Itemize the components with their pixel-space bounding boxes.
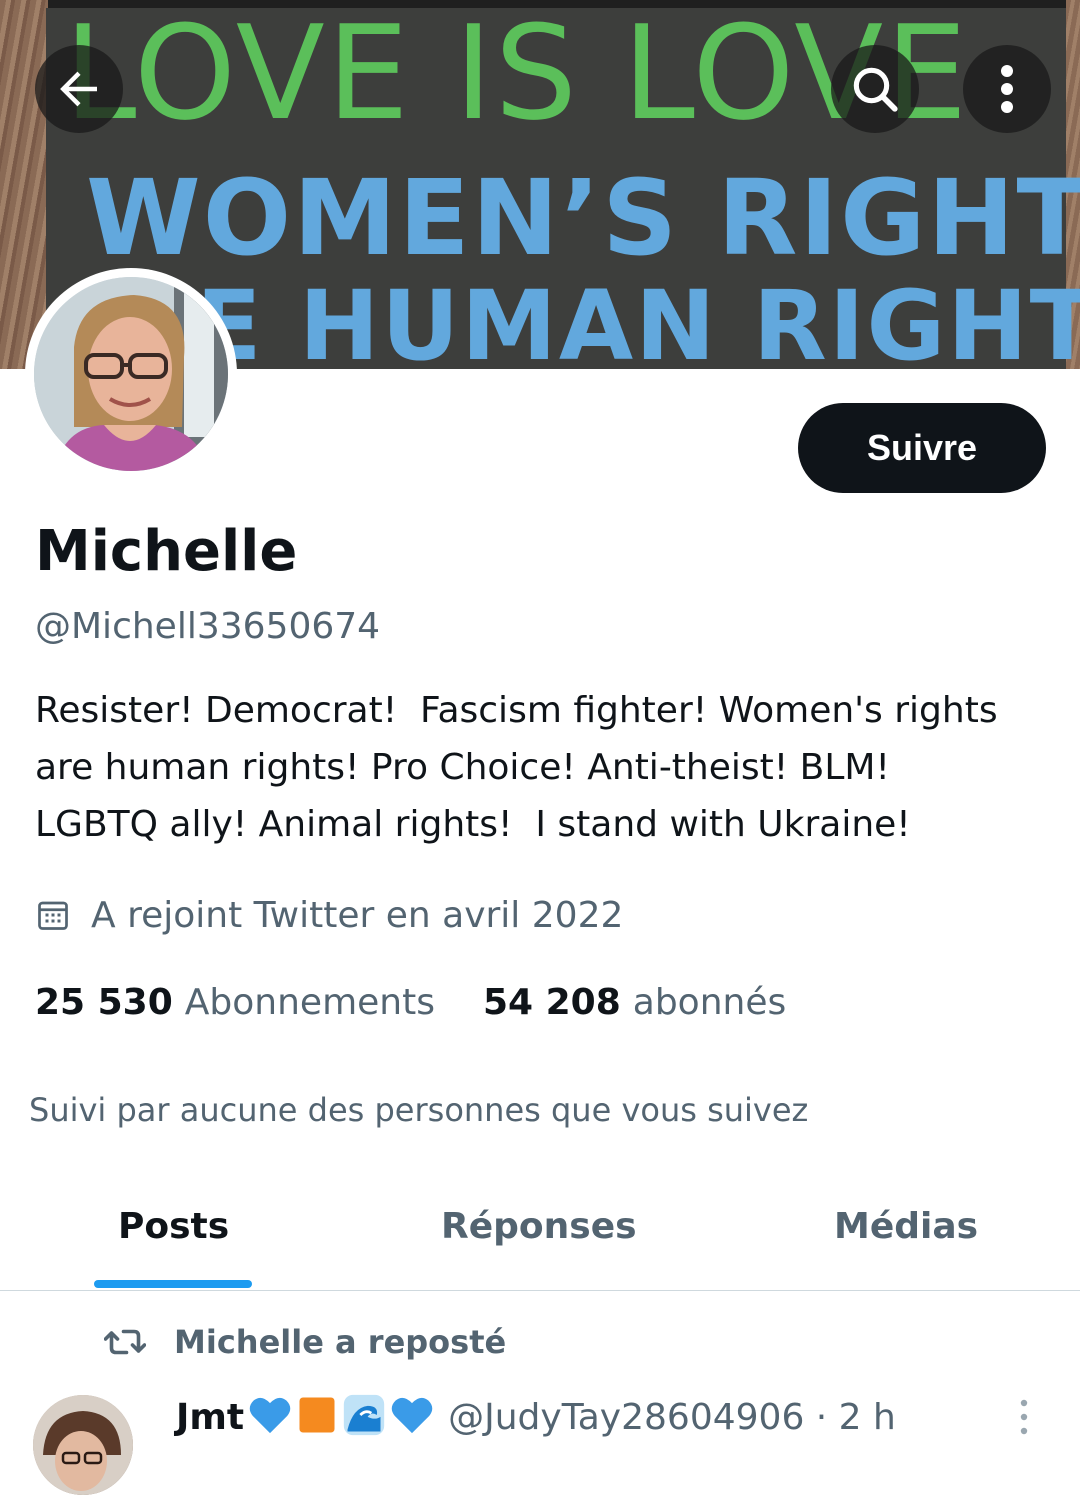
arrow-left-icon — [60, 71, 97, 107]
followers-count: 54 208 — [482, 981, 621, 1023]
post-header: Jmt @JudyTay28604906 · 2 h — [176, 1390, 896, 1444]
search-button[interactable] — [831, 45, 919, 133]
banner-wood-left — [0, 0, 48, 369]
repost-icon — [104, 1329, 146, 1355]
more-vertical-icon — [1001, 65, 1013, 113]
post-author-avatar[interactable] — [33, 1395, 133, 1495]
repost-indicator: Michelle a reposté — [104, 1318, 506, 1366]
orange-square-icon — [296, 1394, 338, 1440]
wave-icon — [342, 1393, 386, 1441]
search-icon — [853, 67, 898, 112]
profile-bio: Resister! Democrat! Fascism fighter! Wom… — [35, 690, 998, 845]
blue-heart-icon — [248, 1395, 292, 1439]
active-tab-indicator — [94, 1280, 252, 1288]
tab-replies[interactable]: Réponses — [441, 1200, 637, 1254]
following-label: Abonnements — [184, 981, 435, 1023]
post-avatar-illustration — [33, 1395, 133, 1495]
profile-tabs: Posts Réponses Médias — [0, 1170, 1080, 1290]
followers-link[interactable]: 54 208 abonnés — [483, 982, 786, 1023]
post-author-handle-and-time: @JudyTay28604906 · 2 h — [448, 1396, 896, 1438]
avatar-photo — [34, 277, 228, 471]
profile-avatar[interactable] — [25, 268, 237, 480]
post-more-button[interactable] — [1006, 1395, 1042, 1439]
followers-label: abonnés — [632, 981, 787, 1023]
banner-text-line-2: WOMEN’S RIGHTS — [86, 157, 1080, 279]
following-link[interactable]: 25 530 Abonnements — [35, 982, 435, 1023]
profile-handle: @Michell33650674 — [35, 606, 381, 647]
following-count: 25 530 — [35, 981, 173, 1023]
follow-stats: 25 530 Abonnements 54 208 abonnés — [35, 975, 786, 1029]
back-button[interactable] — [35, 45, 123, 133]
joined-date: A rejoint Twitter en avril 2022 — [35, 888, 623, 942]
profile-name: Michelle — [35, 519, 298, 584]
post-author-name[interactable]: Jmt — [176, 1397, 244, 1438]
tab-posts[interactable]: Posts — [118, 1200, 229, 1254]
banner-text-line-3: E HUMAN RIGHTS — [196, 270, 1080, 369]
joined-text: A rejoint Twitter en avril 2022 — [91, 894, 624, 936]
calendar-icon — [38, 901, 68, 930]
more-vertical-icon — [1020, 1399, 1028, 1435]
more-options-button[interactable] — [963, 45, 1051, 133]
repost-label: Michelle a reposté — [174, 1323, 507, 1361]
avatar-illustration — [34, 277, 228, 471]
tab-media[interactable]: Médias — [834, 1200, 978, 1254]
blue-heart-icon — [390, 1395, 434, 1439]
follow-button[interactable]: Suivre — [798, 403, 1046, 493]
tabs-divider — [0, 1290, 1080, 1291]
followed-by-text: Suivi par aucune des personnes que vous … — [29, 1091, 809, 1129]
